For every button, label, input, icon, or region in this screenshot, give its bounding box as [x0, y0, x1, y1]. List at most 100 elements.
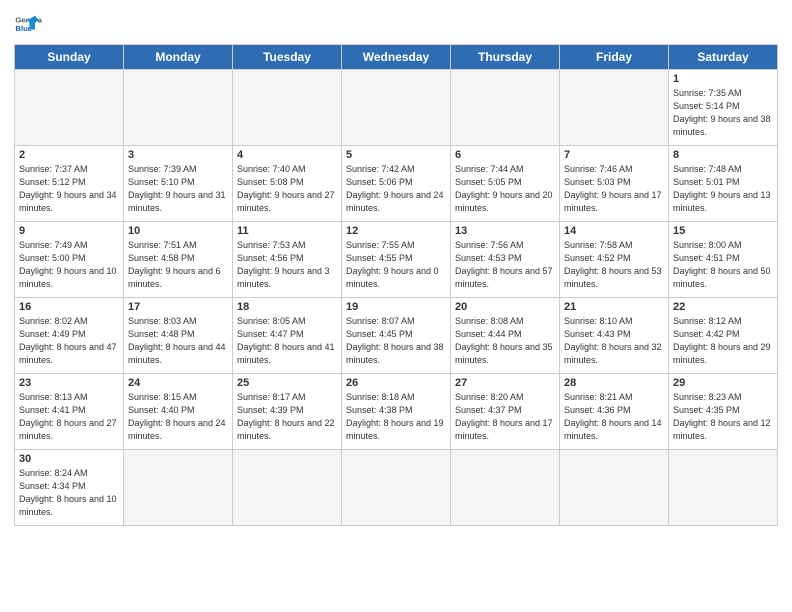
day-info: Sunrise: 7:58 AM Sunset: 4:52 PM Dayligh…	[564, 239, 664, 291]
calendar-cell: 25 Sunrise: 8:17 AM Sunset: 4:39 PM Dayli…	[233, 374, 342, 450]
calendar-row: 16Sunrise: 8:02 AM Sunset: 4:49 PM Dayli…	[15, 298, 778, 374]
day-info: Sunrise: 8:07 AM Sunset: 4:45 PM Dayligh…	[346, 315, 446, 367]
calendar-cell	[669, 450, 778, 526]
day-number: 21	[564, 301, 664, 313]
calendar-cell: 6 Sunrise: 7:44 AM Sunset: 5:05 PM Daylig…	[451, 146, 560, 222]
day-info: Sunrise: 8:05 AM Sunset: 4:47 PM Dayligh…	[237, 315, 337, 367]
calendar-cell: 9Sunrise: 7:49 AM Sunset: 5:00 PM Daylig…	[15, 222, 124, 298]
calendar-cell: 21 Sunrise: 8:10 AM Sunset: 4:43 PM Dayli…	[560, 298, 669, 374]
day-number: 13	[455, 225, 555, 237]
day-info: Sunrise: 8:03 AM Sunset: 4:48 PM Dayligh…	[128, 315, 228, 367]
day-number: 3	[128, 149, 228, 161]
calendar-cell: 15Sunrise: 8:00 AM Sunset: 4:51 PM Dayli…	[669, 222, 778, 298]
day-info: Sunrise: 7:46 AM Sunset: 5:03 PM Dayligh…	[564, 163, 664, 215]
calendar-cell: 27 Sunrise: 8:20 AM Sunset: 4:37 PM Dayli…	[451, 374, 560, 450]
day-info: Sunrise: 7:48 AM Sunset: 5:01 PM Dayligh…	[673, 163, 773, 215]
col-header-thursday: Thursday	[451, 45, 560, 70]
page: General Blue SundayMondayTuesdayWednesda…	[0, 0, 792, 612]
calendar: SundayMondayTuesdayWednesdayThursdayFrid…	[14, 44, 778, 526]
calendar-cell: 7 Sunrise: 7:46 AM Sunset: 5:03 PM Daylig…	[560, 146, 669, 222]
day-number: 27	[455, 377, 555, 389]
day-info: Sunrise: 7:44 AM Sunset: 5:05 PM Dayligh…	[455, 163, 555, 215]
calendar-cell: 24 Sunrise: 8:15 AM Sunset: 4:40 PM Dayli…	[124, 374, 233, 450]
day-number: 11	[237, 225, 337, 237]
day-info: Sunrise: 8:08 AM Sunset: 4:44 PM Dayligh…	[455, 315, 555, 367]
logo: General Blue	[14, 10, 42, 38]
day-number: 20	[455, 301, 555, 313]
calendar-cell: 11 Sunrise: 7:53 AM Sunset: 4:56 PM Dayli…	[233, 222, 342, 298]
calendar-cell	[124, 70, 233, 146]
day-number: 4	[237, 149, 337, 161]
calendar-cell: 2 Sunrise: 7:37 AM Sunset: 5:12 PM Daylig…	[15, 146, 124, 222]
day-info: Sunrise: 8:23 AM Sunset: 4:35 PM Dayligh…	[673, 391, 773, 443]
calendar-cell: 30 Sunrise: 8:24 AM Sunset: 4:34 PM Dayli…	[15, 450, 124, 526]
calendar-cell: 14 Sunrise: 7:58 AM Sunset: 4:52 PM Dayli…	[560, 222, 669, 298]
day-info: Sunrise: 7:39 AM Sunset: 5:10 PM Dayligh…	[128, 163, 228, 215]
day-number: 24	[128, 377, 228, 389]
day-number: 8	[673, 149, 773, 161]
calendar-cell: 17Sunrise: 8:03 AM Sunset: 4:48 PM Dayli…	[124, 298, 233, 374]
col-header-monday: Monday	[124, 45, 233, 70]
header: General Blue	[14, 10, 778, 38]
day-info: Sunrise: 7:55 AM Sunset: 4:55 PM Dayligh…	[346, 239, 446, 291]
calendar-row: 9Sunrise: 7:49 AM Sunset: 5:00 PM Daylig…	[15, 222, 778, 298]
day-info: Sunrise: 7:42 AM Sunset: 5:06 PM Dayligh…	[346, 163, 446, 215]
col-header-saturday: Saturday	[669, 45, 778, 70]
calendar-row: 23 Sunrise: 8:13 AM Sunset: 4:41 PM Dayli…	[15, 374, 778, 450]
calendar-cell	[15, 70, 124, 146]
day-number: 6	[455, 149, 555, 161]
day-number: 2	[19, 149, 119, 161]
day-info: Sunrise: 8:13 AM Sunset: 4:41 PM Dayligh…	[19, 391, 119, 443]
calendar-cell: 8 Sunrise: 7:48 AM Sunset: 5:01 PM Daylig…	[669, 146, 778, 222]
day-info: Sunrise: 7:40 AM Sunset: 5:08 PM Dayligh…	[237, 163, 337, 215]
day-info: Sunrise: 8:18 AM Sunset: 4:38 PM Dayligh…	[346, 391, 446, 443]
day-info: Sunrise: 8:10 AM Sunset: 4:43 PM Dayligh…	[564, 315, 664, 367]
calendar-cell	[233, 450, 342, 526]
calendar-cell: 1Sunrise: 7:35 AM Sunset: 5:14 PM Daylig…	[669, 70, 778, 146]
day-number: 29	[673, 377, 773, 389]
col-header-sunday: Sunday	[15, 45, 124, 70]
col-header-wednesday: Wednesday	[342, 45, 451, 70]
calendar-cell	[560, 70, 669, 146]
calendar-cell: 20 Sunrise: 8:08 AM Sunset: 4:44 PM Dayli…	[451, 298, 560, 374]
calendar-cell: 19Sunrise: 8:07 AM Sunset: 4:45 PM Dayli…	[342, 298, 451, 374]
day-info: Sunrise: 8:20 AM Sunset: 4:37 PM Dayligh…	[455, 391, 555, 443]
calendar-cell	[451, 450, 560, 526]
day-info: Sunrise: 7:37 AM Sunset: 5:12 PM Dayligh…	[19, 163, 119, 215]
day-number: 18	[237, 301, 337, 313]
calendar-row: 2 Sunrise: 7:37 AM Sunset: 5:12 PM Daylig…	[15, 146, 778, 222]
day-info: Sunrise: 8:17 AM Sunset: 4:39 PM Dayligh…	[237, 391, 337, 443]
day-info: Sunrise: 8:00 AM Sunset: 4:51 PM Dayligh…	[673, 239, 773, 291]
day-number: 25	[237, 377, 337, 389]
day-number: 23	[19, 377, 119, 389]
day-number: 14	[564, 225, 664, 237]
col-header-tuesday: Tuesday	[233, 45, 342, 70]
calendar-row: 30 Sunrise: 8:24 AM Sunset: 4:34 PM Dayli…	[15, 450, 778, 526]
calendar-cell	[560, 450, 669, 526]
calendar-cell: 23 Sunrise: 8:13 AM Sunset: 4:41 PM Dayli…	[15, 374, 124, 450]
calendar-cell: 4 Sunrise: 7:40 AM Sunset: 5:08 PM Daylig…	[233, 146, 342, 222]
day-info: Sunrise: 8:21 AM Sunset: 4:36 PM Dayligh…	[564, 391, 664, 443]
day-info: Sunrise: 7:56 AM Sunset: 4:53 PM Dayligh…	[455, 239, 555, 291]
day-number: 5	[346, 149, 446, 161]
calendar-cell: 22Sunrise: 8:12 AM Sunset: 4:42 PM Dayli…	[669, 298, 778, 374]
calendar-cell	[342, 70, 451, 146]
calendar-row: 1Sunrise: 7:35 AM Sunset: 5:14 PM Daylig…	[15, 70, 778, 146]
day-info: Sunrise: 8:15 AM Sunset: 4:40 PM Dayligh…	[128, 391, 228, 443]
calendar-cell	[342, 450, 451, 526]
day-info: Sunrise: 7:53 AM Sunset: 4:56 PM Dayligh…	[237, 239, 337, 291]
calendar-cell: 12Sunrise: 7:55 AM Sunset: 4:55 PM Dayli…	[342, 222, 451, 298]
day-number: 1	[673, 73, 773, 85]
calendar-cell: 28Sunrise: 8:21 AM Sunset: 4:36 PM Dayli…	[560, 374, 669, 450]
day-number: 22	[673, 301, 773, 313]
calendar-cell	[124, 450, 233, 526]
calendar-cell: 18 Sunrise: 8:05 AM Sunset: 4:47 PM Dayli…	[233, 298, 342, 374]
calendar-cell	[233, 70, 342, 146]
calendar-cell: 26Sunrise: 8:18 AM Sunset: 4:38 PM Dayli…	[342, 374, 451, 450]
generalblue-logo-icon: General Blue	[14, 10, 42, 38]
day-number: 30	[19, 453, 119, 465]
day-number: 7	[564, 149, 664, 161]
day-number: 9	[19, 225, 119, 237]
day-number: 10	[128, 225, 228, 237]
day-info: Sunrise: 8:24 AM Sunset: 4:34 PM Dayligh…	[19, 467, 119, 519]
